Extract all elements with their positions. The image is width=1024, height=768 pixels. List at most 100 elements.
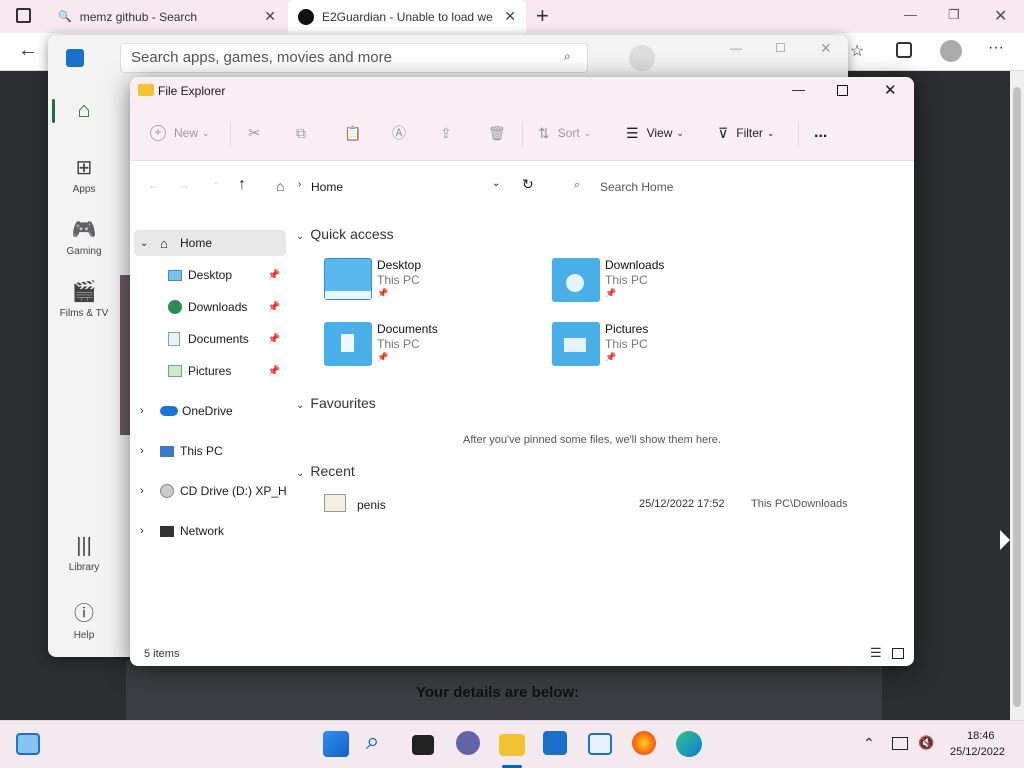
sidebar-item-documents[interactable]: Documents 📌 (134, 326, 286, 352)
network-icon (160, 525, 174, 537)
nav-library[interactable]: ||| Library (48, 535, 120, 573)
collections-icon[interactable] (896, 42, 912, 58)
more-options-button[interactable]: ... (814, 105, 827, 161)
chevron-down-icon: ⌄ (296, 231, 305, 242)
more-icon[interactable]: ··· (988, 39, 1004, 57)
document-icon (168, 332, 180, 346)
clock-time[interactable]: 18:46 (967, 730, 995, 742)
sidebar-item-home[interactable]: ⌄ ⌂ Home (134, 230, 286, 256)
tile-subtitle: This PC (377, 273, 420, 287)
tab-search[interactable]: 🔍 memz github - Search ✕ (48, 0, 286, 33)
nav-label: Help (73, 630, 95, 641)
sidebar-item-cd-drive[interactable]: › CD Drive (D:) XP_HO (134, 478, 286, 504)
sidebar-item-downloads[interactable]: Downloads 📌 (134, 294, 286, 320)
sort-button[interactable]: ⇅ Sort ⌄ (538, 105, 591, 161)
sidebar-item-label: Pictures (188, 364, 232, 378)
start-icon[interactable] (323, 731, 349, 757)
up-icon[interactable]: ↑ (238, 176, 246, 194)
sidebar-item-this-pc[interactable]: › This PC (134, 438, 286, 464)
section-recent[interactable]: ⌄ Recent (296, 463, 355, 479)
page-scrollbar[interactable] (1010, 71, 1024, 720)
pin-icon[interactable]: 📌 (268, 302, 280, 313)
sort-icon: ⇅ (538, 124, 550, 141)
firefox-icon[interactable] (632, 731, 656, 755)
recent-locations-icon[interactable]: ⌄ (212, 176, 220, 187)
scrollbar-thumb[interactable] (1013, 87, 1021, 707)
back-icon[interactable]: ← (148, 178, 160, 192)
profile-icon[interactable] (940, 40, 962, 62)
nav-gaming[interactable]: 🎮 Gaming (48, 217, 120, 257)
nav-films[interactable]: 🎬 Films & TV (48, 279, 120, 319)
nav-home[interactable]: ⌂ (48, 97, 120, 127)
nav-apps[interactable]: ⊞ Apps (48, 155, 120, 195)
sidebar-item-pictures[interactable]: Pictures 📌 (134, 358, 286, 384)
copy-icon[interactable]: ⧉ (296, 105, 306, 161)
view-button[interactable]: ☰ View ⌄ (626, 105, 684, 161)
chevron-up-icon[interactable]: ⌃ (863, 735, 875, 752)
maximize-icon[interactable] (837, 85, 848, 96)
search-box[interactable]: ⌕ Search Home (568, 174, 868, 200)
recent-row[interactable]: penis 25/12/2022 17:52 This PC\Downloads (320, 494, 890, 518)
nav-label: Films & TV (59, 308, 109, 319)
account-icon[interactable] (629, 45, 655, 71)
sidebar-item-onedrive[interactable]: › OneDrive (134, 398, 286, 424)
chat-icon[interactable] (456, 731, 480, 755)
pin-icon[interactable]: 📌 (268, 334, 280, 345)
task-view-icon[interactable] (412, 735, 434, 755)
restore-icon[interactable]: ❐ (948, 7, 960, 23)
address-box[interactable]: ⌂ › Home ⌄ (270, 174, 504, 200)
new-button[interactable]: + New ⌄ (150, 105, 210, 161)
close-icon[interactable]: ✕ (994, 6, 1007, 26)
minimize-icon[interactable]: — (792, 82, 805, 97)
new-tab-button[interactable]: + (536, 3, 549, 29)
chevron-down-icon[interactable]: ⌄ (492, 178, 500, 189)
pin-icon[interactable]: 📌 (268, 366, 280, 377)
chevron-down-icon: ⌄ (766, 127, 775, 138)
store-minimize-icon[interactable]: — (730, 41, 742, 55)
tab-e2guardian[interactable]: E2Guardian - Unable to load we ✕ (288, 0, 526, 33)
window-app-icon[interactable] (588, 733, 612, 755)
close-tab-icon[interactable]: ✕ (504, 8, 516, 25)
chevron-down-icon: ⌄ (140, 237, 149, 249)
section-favourites[interactable]: ⌄ Favourites (296, 395, 376, 411)
delete-icon[interactable]: 🗑 (488, 105, 506, 161)
tiles-view-icon[interactable] (892, 648, 904, 659)
chevron-down-icon: ⌄ (296, 468, 305, 479)
paste-icon[interactable]: 📋 (344, 105, 361, 161)
store-close-icon[interactable]: ✕ (820, 40, 832, 57)
tab-actions-icon[interactable] (16, 8, 31, 23)
cut-icon[interactable]: ✂ (248, 105, 261, 161)
close-tab-icon[interactable]: ✕ (264, 8, 276, 25)
search-icon[interactable]: ⌕ (366, 728, 394, 756)
network-status-icon[interactable] (892, 737, 908, 750)
filter-button[interactable]: ⊽ Filter ⌄ (718, 105, 774, 161)
nav-help[interactable]: ⓘ Help (48, 597, 120, 641)
minimize-icon[interactable]: — (904, 7, 917, 22)
clock-date[interactable]: 25/12/2022 (950, 746, 1005, 758)
widgets-icon[interactable] (16, 733, 40, 755)
rename-icon[interactable]: Ⓐ (392, 105, 406, 161)
command-bar: + New ⌄ ✂ ⧉ 📋 Ⓐ ⇪ 🗑 ⇅ Sort ⌄ ☰ View ⌄ ⊽ … (130, 105, 914, 161)
file-explorer-icon[interactable] (499, 734, 525, 756)
close-icon[interactable]: ✕ (884, 81, 897, 99)
sidebar-item-network[interactable]: › Network (134, 518, 286, 544)
forward-icon[interactable]: → (178, 178, 190, 192)
refresh-icon[interactable]: ↻ (522, 176, 534, 193)
favorites-icon[interactable]: ☆ (850, 41, 864, 61)
cd-icon (160, 484, 174, 498)
recent-file-location: This PC\Downloads (751, 498, 848, 510)
filter-label: Filter (736, 126, 763, 140)
store-icon[interactable] (543, 731, 567, 755)
pin-icon[interactable]: 📌 (268, 270, 280, 281)
section-quick-access[interactable]: ⌄ Quick access (296, 226, 394, 242)
store-search-input[interactable]: Search apps, games, movies and more (120, 43, 588, 73)
volume-muted-icon[interactable]: 🔇 (918, 735, 934, 751)
share-icon[interactable]: ⇪ (440, 105, 452, 161)
store-maximize-icon[interactable]: ☐ (775, 41, 786, 55)
back-icon[interactable]: ← (18, 39, 38, 62)
search-icon[interactable]: ⌕ (564, 49, 571, 64)
sidebar-item-desktop[interactable]: Desktop 📌 (134, 262, 286, 288)
help-icon: ⓘ (74, 603, 94, 625)
details-view-icon[interactable]: ☰ (870, 645, 882, 661)
edge-icon[interactable] (676, 731, 702, 757)
